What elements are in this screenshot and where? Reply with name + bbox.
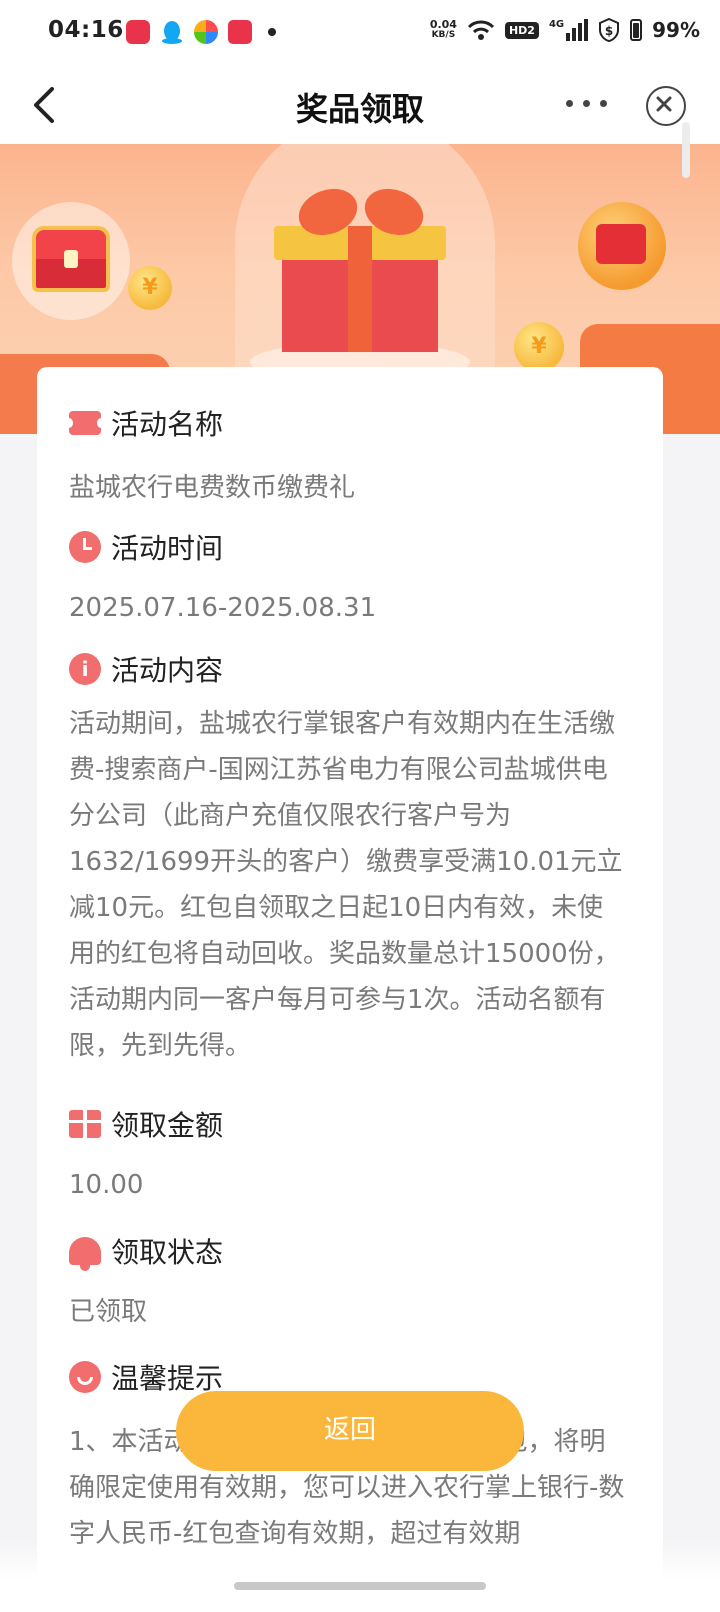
section-title: 活动名称 <box>111 408 224 441</box>
clock-icon <box>69 531 101 563</box>
section-title: 领取状态 <box>111 1236 224 1269</box>
battery-level: 99% <box>652 18 700 42</box>
bell-icon <box>69 1237 101 1271</box>
activity-content-value: 活动期间，盐城农行掌银客户有效期内在生活缴费-搜索商户-国网江苏省电力有限公司盐… <box>69 709 623 1061</box>
section-status: 领取状态 已领取 <box>69 1231 629 1335</box>
pinwheel-app-icon <box>194 20 218 44</box>
coin-icon: ¥ <box>514 322 564 372</box>
more-dots-icon[interactable] <box>566 100 607 107</box>
qq-icon <box>160 20 184 44</box>
activity-time-value: 2025.07.16-2025.08.31 <box>69 593 377 623</box>
section-activity-time: 活动时间 2025.07.16-2025.08.31 <box>69 527 629 631</box>
return-button[interactable]: 返回 <box>176 1391 524 1471</box>
ticket-icon <box>65 411 105 435</box>
section-activity-name: 活动名称 盐城农行电费数币缴费礼 <box>65 403 629 511</box>
gift-icon <box>69 1110 101 1138</box>
wifi-icon <box>467 20 495 40</box>
gift-box-icon <box>274 181 446 352</box>
activity-name-value: 盐城农行电费数币缴费礼 <box>69 473 356 503</box>
status-time: 04:16 <box>48 17 124 43</box>
more-notifications-dot <box>268 28 276 36</box>
svg-text:$: $ <box>605 24 613 38</box>
scrollbar[interactable] <box>682 122 690 178</box>
notification-icons <box>126 20 276 44</box>
smile-icon <box>69 1361 101 1393</box>
shield-icon: $ <box>599 18 620 42</box>
section-title: 活动内容 <box>111 654 224 687</box>
net-speed-unit: KB/S <box>431 30 456 40</box>
section-activity-content: i 活动内容 活动期间，盐城农行掌银客户有效期内在生活缴费-搜索商户-国网江苏省… <box>69 649 629 1069</box>
red-envelope-icon <box>578 202 666 290</box>
amount-value: 10.00 <box>69 1170 144 1200</box>
net-speed-value: 0.04 <box>429 18 457 31</box>
music-app-icon <box>126 20 150 44</box>
bottom-fade <box>0 1540 720 1612</box>
signal-type: 4G <box>548 19 565 30</box>
info-icon: i <box>69 653 101 685</box>
system-indicators: 0.04 KB/S HD2 4G $ 99% <box>430 18 700 42</box>
section-amount: 领取金额 10.00 <box>69 1104 629 1208</box>
home-indicator[interactable] <box>234 1582 486 1590</box>
battery-icon <box>630 19 643 41</box>
net-speed: 0.04 KB/S <box>430 19 457 41</box>
close-circle-icon[interactable] <box>646 86 686 126</box>
page-title: 奖品领取 <box>295 90 424 128</box>
section-title: 领取金额 <box>111 1109 224 1142</box>
status-bar: 04:16 0.04 KB/S HD2 4G $ 99% <box>0 0 720 66</box>
status-value: 已领取 <box>69 1297 148 1327</box>
coin-icon: ¥ <box>128 266 172 310</box>
signal-icon: 4G <box>548 19 589 41</box>
section-title: 活动时间 <box>111 532 224 565</box>
treasure-chest-icon <box>32 226 110 292</box>
title-bar: 奖品领取 <box>0 66 720 144</box>
hd-badge: HD2 <box>504 21 539 39</box>
news-app-icon <box>228 20 252 44</box>
